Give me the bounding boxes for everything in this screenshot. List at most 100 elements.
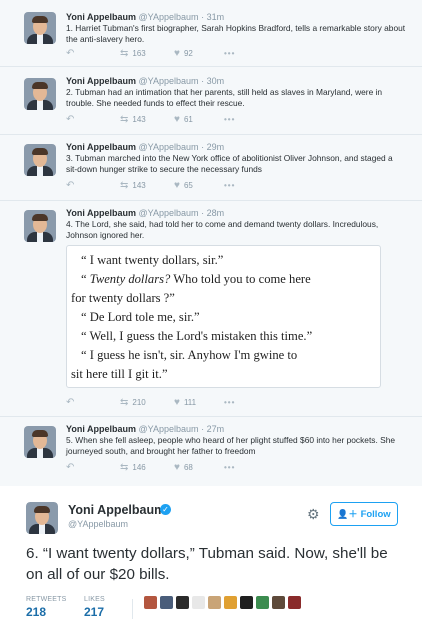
thread-tweet[interactable]: Yoni Appelbaum @YAppelbaum · 29m 3. Tubm…: [0, 136, 422, 201]
reply-button[interactable]: ↶: [66, 180, 78, 192]
quote-italic: Twenty dollars?: [89, 272, 171, 286]
reply-button[interactable]: ↶: [66, 114, 78, 126]
tweet-text: 6. “I want twenty dollars,” Tubman said.…: [26, 545, 388, 583]
time-separator: ·: [201, 12, 205, 22]
tweet-time[interactable]: 27m: [207, 424, 225, 434]
likes-stat[interactable]: LIKES 217: [84, 596, 105, 619]
reply-icon: ↶: [66, 114, 75, 125]
tweet-text: 2. Tubman had an intimation that her par…: [66, 87, 383, 108]
author-handle[interactable]: @YAppelbaum: [139, 12, 199, 22]
author-handle[interactable]: @YAppelbaum: [139, 424, 199, 434]
time-separator: ·: [201, 424, 205, 434]
retweet-icon: ⇆: [120, 397, 129, 408]
heart-icon: ♥: [174, 180, 180, 191]
tweet-time[interactable]: 29m: [207, 142, 225, 152]
add-user-icon: 👤＋: [337, 509, 358, 519]
author-name[interactable]: Yoni Appelbaum: [66, 142, 136, 152]
more-button[interactable]: •••: [224, 180, 235, 192]
like-button[interactable]: ♥ 68: [174, 462, 193, 474]
conversation-thread: Yoni Appelbaum @YAppelbaum · 31m 1. Harr…: [0, 0, 422, 486]
heart-icon: ♥: [174, 462, 180, 473]
more-button[interactable]: •••: [224, 397, 235, 409]
more-button[interactable]: •••: [224, 114, 235, 126]
retweet-button[interactable]: ⇆ 210: [120, 397, 146, 409]
like-button[interactable]: ♥ 111: [174, 397, 196, 409]
heart-icon: ♥: [174, 114, 180, 125]
like-count: 61: [183, 115, 193, 124]
liker-avatar[interactable]: [224, 596, 237, 609]
quote-line: “ Twenty dollars? Who told you to come h…: [81, 272, 311, 286]
retweet-count: 163: [132, 49, 146, 58]
retweet-count: 210: [132, 398, 146, 407]
avatar[interactable]: [26, 502, 58, 534]
time-separator: ·: [201, 208, 205, 218]
avatar[interactable]: [24, 426, 56, 458]
avatar[interactable]: [24, 210, 56, 242]
tweet-time[interactable]: 30m: [207, 76, 225, 86]
like-button[interactable]: ♥ 61: [174, 114, 193, 126]
tweet-time[interactable]: 28m: [207, 208, 225, 218]
time-separator: ·: [201, 76, 205, 86]
retweets-stat[interactable]: RETWEETS 218: [26, 596, 67, 619]
tweet-actions: ↶ ⇆ 143 ♥ 65 •••: [66, 180, 286, 192]
gear-icon[interactable]: ⚙: [307, 507, 320, 521]
reply-icon: ↶: [66, 462, 75, 473]
author-name[interactable]: Yoni Appelbaum: [68, 503, 165, 517]
liker-avatar[interactable]: [240, 596, 253, 609]
thread-tweet[interactable]: Yoni Appelbaum @YAppelbaum · 27m 5. When…: [0, 418, 422, 486]
author-name[interactable]: Yoni Appelbaum: [66, 424, 136, 434]
reply-icon: ↶: [66, 397, 75, 408]
retweets-label: RETWEETS: [26, 596, 67, 603]
liker-avatar[interactable]: [256, 596, 269, 609]
more-button[interactable]: •••: [224, 462, 235, 474]
like-button[interactable]: ♥ 92: [174, 48, 193, 60]
retweet-button[interactable]: ⇆ 143: [120, 180, 146, 192]
reply-button[interactable]: ↶: [66, 462, 78, 474]
liker-avatar[interactable]: [176, 596, 189, 609]
liker-avatar[interactable]: [208, 596, 221, 609]
retweet-count: 146: [132, 463, 146, 472]
author-handle[interactable]: @YAppelbaum: [139, 76, 199, 86]
avatar[interactable]: [24, 144, 56, 176]
avatar[interactable]: [24, 78, 56, 110]
liker-avatar[interactable]: [272, 596, 285, 609]
tweet-text: 5. When she fell asleep, people who hear…: [66, 435, 396, 456]
tweet-text: 4. The Lord, she said, had told her to c…: [66, 219, 379, 240]
quote-image[interactable]: “ I want twenty dollars, sir.” “ Twenty …: [66, 245, 381, 388]
quote-line: sit here till I git it.”: [71, 367, 168, 381]
tweet-actions: ↶ ⇆ 143 ♥ 61 •••: [66, 114, 286, 126]
heart-icon: ♥: [174, 48, 180, 59]
retweet-button[interactable]: ⇆ 143: [120, 114, 146, 126]
thread-tweet[interactable]: Yoni Appelbaum @YAppelbaum · 31m 1. Harr…: [0, 0, 422, 67]
more-button[interactable]: •••: [224, 48, 235, 60]
liker-avatar[interactable]: [144, 596, 157, 609]
stats-divider: [132, 599, 133, 619]
liker-avatar[interactable]: [192, 596, 205, 609]
retweet-icon: ⇆: [120, 180, 129, 191]
reply-button[interactable]: ↶: [66, 397, 78, 409]
author-name[interactable]: Yoni Appelbaum: [66, 12, 136, 22]
retweet-button[interactable]: ⇆ 163: [120, 48, 146, 60]
author-handle[interactable]: @YAppelbaum: [139, 208, 199, 218]
retweet-count: 143: [132, 181, 146, 190]
tweet-actions: ↶ ⇆ 210 ♥ 111 •••: [66, 397, 286, 409]
verified-badge-icon: ✓: [160, 504, 171, 515]
liker-avatar[interactable]: [160, 596, 173, 609]
quote-line: “ I want twenty dollars, sir.”: [81, 253, 224, 267]
retweet-button[interactable]: ⇆ 146: [120, 462, 146, 474]
follow-button[interactable]: 👤＋ Follow: [330, 502, 398, 526]
author-name[interactable]: Yoni Appelbaum: [66, 76, 136, 86]
like-count: 65: [183, 181, 193, 190]
tweet-time[interactable]: 31m: [207, 12, 225, 22]
author-handle[interactable]: @YAppelbaum: [68, 519, 128, 529]
quote-line: “ Well, I guess the Lord's mistaken this…: [81, 329, 313, 343]
like-button[interactable]: ♥ 65: [174, 180, 193, 192]
author-name[interactable]: Yoni Appelbaum: [66, 208, 136, 218]
liker-avatar[interactable]: [288, 596, 301, 609]
likes-label: LIKES: [84, 596, 105, 603]
thread-tweet[interactable]: Yoni Appelbaum @YAppelbaum · 30m 2. Tubm…: [0, 68, 422, 135]
avatar[interactable]: [24, 12, 56, 44]
author-handle[interactable]: @YAppelbaum: [139, 142, 199, 152]
reply-icon: ↶: [66, 48, 75, 59]
reply-button[interactable]: ↶: [66, 48, 78, 60]
